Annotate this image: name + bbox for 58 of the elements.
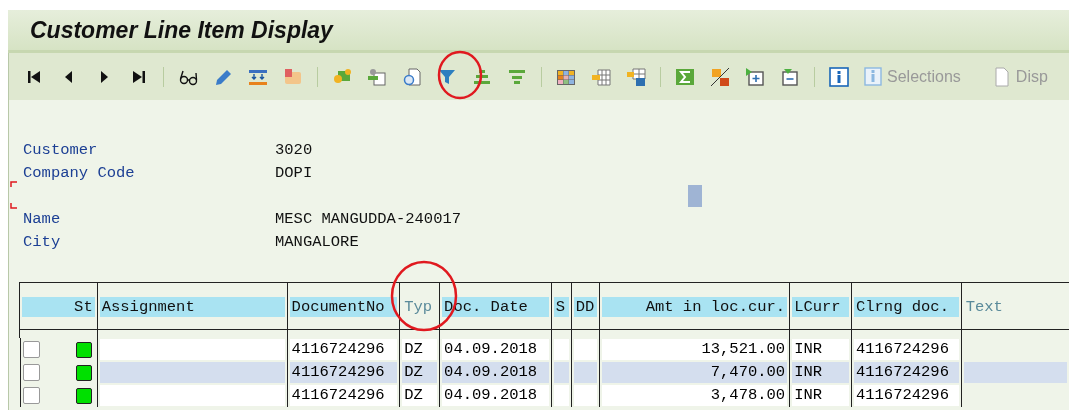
table-cell: INR xyxy=(792,362,849,383)
row-checkbox[interactable] xyxy=(22,341,40,358)
minus-doc-icon[interactable] xyxy=(779,66,801,87)
field-value: MANGALORE xyxy=(275,233,359,252)
column-header[interactable]: S xyxy=(553,297,569,317)
table-cell: INR xyxy=(792,339,849,360)
field-value: MESC MANGUDDA-240017 xyxy=(275,209,462,228)
row-checkbox[interactable] xyxy=(22,364,40,381)
empty-cell xyxy=(573,339,597,360)
empty-cell xyxy=(553,362,569,383)
doc-magnifier-icon[interactable] xyxy=(401,66,423,87)
column-header[interactable]: DocumentNo xyxy=(289,297,398,317)
column-header[interactable]: Typ xyxy=(402,297,438,317)
table-cell: 3,478.00 xyxy=(601,385,788,406)
table-cell: 4116724296 xyxy=(853,385,959,406)
table-cell: 4116724296 xyxy=(289,385,398,406)
table-cell: 4116724296 xyxy=(853,362,959,383)
table-cell: DZ xyxy=(402,362,438,383)
table-cell: 4116724296 xyxy=(289,362,398,383)
table-cell: 7,470.00 xyxy=(601,362,788,383)
table-cell: 4116724296 xyxy=(289,339,398,360)
column-header[interactable]: LCurr xyxy=(792,297,849,317)
annotation-circle xyxy=(437,50,483,100)
table-cell: DZ xyxy=(402,385,438,406)
field-value: 3020 xyxy=(275,140,313,159)
info-icon[interactable] xyxy=(828,66,850,87)
field-label: City xyxy=(23,233,62,252)
subtotal-icon[interactable] xyxy=(709,66,731,87)
column-header[interactable]: Amt in loc.cur. xyxy=(601,297,788,317)
sum-icon[interactable] xyxy=(674,66,696,87)
table-cell: INR xyxy=(792,385,849,406)
table-cell: 4116724296 xyxy=(853,339,959,360)
field-label: Company Code xyxy=(23,164,136,183)
table-cell: DZ xyxy=(402,339,438,360)
column-header[interactable]: DD xyxy=(573,297,597,317)
field-value: DOPI xyxy=(275,164,313,183)
table-cell: 04.09.2018 xyxy=(442,362,549,383)
empty-cell xyxy=(573,362,597,383)
column-header[interactable]: Assignment xyxy=(99,297,285,317)
save-grid-icon[interactable] xyxy=(625,66,647,87)
person-doc-icon[interactable] xyxy=(366,66,388,87)
table-cell: 04.09.2018 xyxy=(442,339,549,360)
info-icon xyxy=(863,66,883,87)
row-grid-icon[interactable] xyxy=(590,66,612,87)
empty-cell xyxy=(573,385,597,406)
table-cell: 04.09.2018 xyxy=(442,385,549,406)
empty-cell xyxy=(553,339,569,360)
cursor-marker xyxy=(688,185,702,207)
column-header[interactable]: Clrng doc. xyxy=(853,297,959,317)
field-label: Name xyxy=(23,209,62,228)
window-title: Customer Line Item Display xyxy=(30,16,333,44)
empty-cell xyxy=(553,385,569,406)
add-doc-icon[interactable] xyxy=(744,66,766,87)
field-label: Customer xyxy=(23,140,99,159)
column-header[interactable]: St xyxy=(22,297,95,317)
row-checkbox[interactable] xyxy=(22,387,40,404)
table-cell: 13,521.00 xyxy=(601,339,788,360)
bracket-icon xyxy=(10,181,18,209)
